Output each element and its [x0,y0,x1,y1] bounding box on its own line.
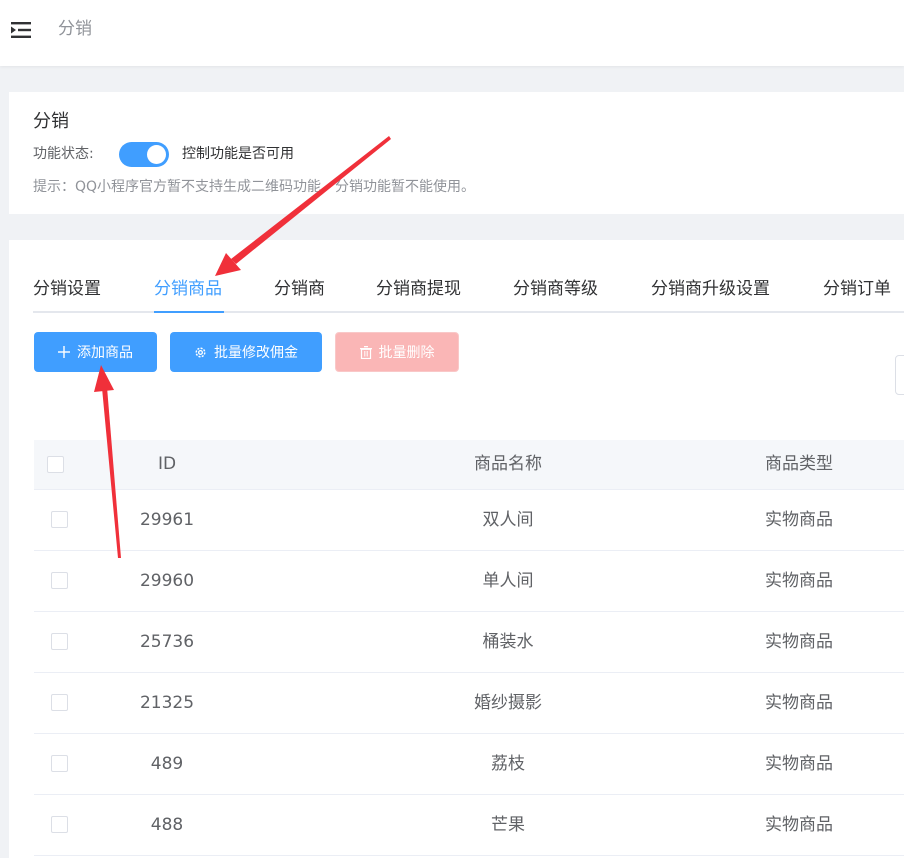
row-checkbox[interactable] [51,633,68,650]
feature-toggle-switch[interactable] [119,142,169,167]
column-header-id: ID [157,454,177,474]
feature-title: 分销 [33,111,69,132]
tab-distribution-products[interactable]: 分销商品 [154,278,222,300]
table-row: 21325 婚纱摄影 实物商品 [34,673,904,734]
add-product-button[interactable]: 添加商品 [34,332,157,372]
cell-type: 实物商品 [765,571,833,591]
cell-type: 实物商品 [765,754,833,774]
cell-name: 单人间 [482,571,534,591]
column-header-type: 商品类型 [765,454,833,474]
tip-text: 提示：QQ小程序官方暂不支持生成二维码功能，分销功能暂不能使用。 [33,179,476,195]
batch-delete-label: 批量删除 [378,345,435,361]
row-checkbox[interactable] [51,572,68,589]
cell-type: 实物商品 [765,510,833,530]
switch-knob [147,145,166,164]
cell-name: 双人间 [482,510,534,530]
table-row: 29960 单人间 实物商品 [34,551,904,612]
cell-id: 29961 [139,510,195,530]
cell-type: 实物商品 [765,632,833,652]
cell-id: 489 [150,754,184,774]
tab-bar: 分销设置 分销商品 分销商 分销商提现 分销商等级 分销商升级设置 分销订单 [9,240,904,315]
batch-edit-commission-label: 批量修改佣金 [214,345,298,361]
row-checkbox[interactable] [51,816,68,833]
cell-id: 29960 [139,571,195,591]
cell-type: 实物商品 [765,815,833,835]
page-title: 分销 [58,19,92,39]
row-checkbox[interactable] [51,755,68,772]
cell-name: 荔枝 [491,754,525,774]
gear-icon [194,346,207,359]
table-row: 25736 桶装水 实物商品 [34,612,904,673]
cell-type: 实物商品 [765,693,833,713]
cell-id: 488 [150,815,184,835]
tab-distributor-levels[interactable]: 分销商等级 [513,278,598,300]
status-label: 功能状态: [33,146,94,162]
batch-delete-button[interactable]: 批量删除 [335,332,459,372]
table-header: ID 商品名称 商品类型 [34,440,904,490]
active-tab-indicator [154,311,224,313]
switch-description: 控制功能是否可用 [182,146,294,162]
tab-distributors[interactable]: 分销商 [274,278,325,300]
add-product-label: 添加商品 [77,345,133,361]
cell-name: 婚纱摄影 [474,693,542,713]
select-all-checkbox[interactable] [47,456,64,473]
trash-icon [359,345,372,359]
feature-card: 分销 功能状态: 控制功能是否可用 提示：QQ小程序官方暂不支持生成二维码功能，… [9,92,904,214]
menu-fold-icon[interactable] [11,22,31,38]
top-bar: 分销 [0,0,904,66]
table-row: 488 芒果 实物商品 [34,795,904,856]
column-header-name: 商品名称 [474,454,542,474]
table-row: 29961 双人间 实物商品 [34,490,904,551]
batch-edit-commission-button[interactable]: 批量修改佣金 [170,332,322,372]
row-checkbox[interactable] [51,694,68,711]
product-table: ID 商品名称 商品类型 29961 双人间 实物商品 29960 单人间 实物… [34,440,904,856]
tab-distributor-withdrawal[interactable]: 分销商提现 [376,278,461,300]
tab-distribution-settings[interactable]: 分销设置 [33,278,101,300]
cell-id: 21325 [139,693,195,713]
plus-icon [58,346,70,358]
cell-id: 25736 [139,632,195,652]
content-card: 分销设置 分销商品 分销商 分销商提现 分销商等级 分销商升级设置 分销订单 添… [9,240,904,858]
cell-name: 芒果 [491,815,525,835]
table-row: 489 荔枝 实物商品 [34,734,904,795]
side-control[interactable] [895,355,904,395]
cell-name: 桶装水 [482,632,534,652]
tab-distributor-upgrade-settings[interactable]: 分销商升级设置 [651,278,770,300]
tab-distribution-orders[interactable]: 分销订单 [823,278,891,300]
row-checkbox[interactable] [51,511,68,528]
